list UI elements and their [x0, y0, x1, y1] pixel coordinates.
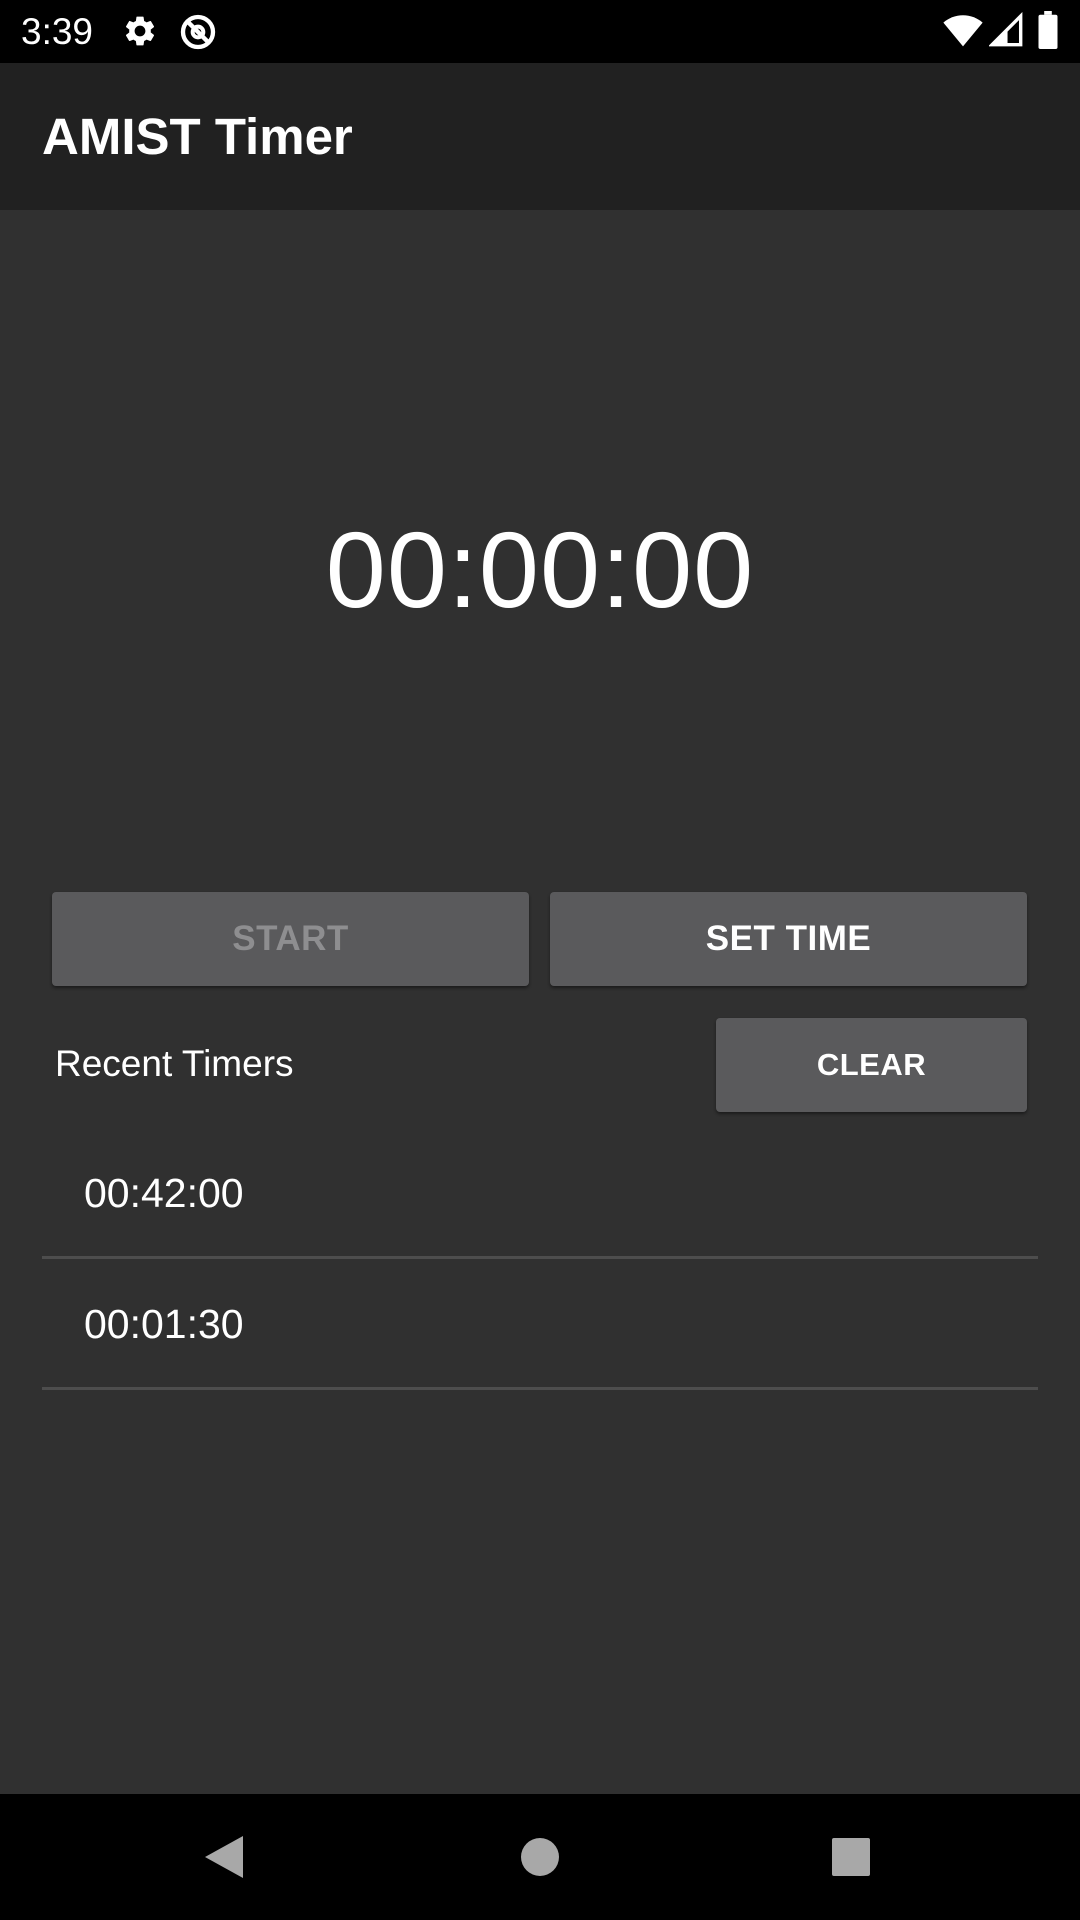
signal-icon [989, 12, 1023, 47]
gear-icon [125, 16, 155, 46]
list-item-time: 00:42:00 [84, 1170, 244, 1216]
recent-timers-label: Recent Timers [55, 1043, 294, 1084]
recents-icon[interactable] [832, 1838, 870, 1876]
recent-timers-list: 00:42:00 00:01:30 [42, 1128, 1038, 1390]
status-bar: 3:39 [0, 0, 1080, 63]
list-item-time: 00:01:30 [84, 1301, 244, 1347]
screen: 3:39 AMIST Timer 00:00:00 START SET TIME… [0, 0, 1080, 1920]
battery-icon [1038, 11, 1058, 49]
app-bar: AMIST Timer [0, 63, 1080, 210]
list-item[interactable]: 00:42:00 [42, 1128, 1038, 1259]
timer-display: 00:00:00 [325, 509, 755, 630]
sync-disabled-icon [180, 14, 216, 50]
wifi-icon [943, 15, 983, 47]
app-title: AMIST Timer [42, 108, 353, 165]
clear-button[interactable]: CLEAR [716, 1018, 1027, 1112]
back-icon[interactable] [203, 1834, 245, 1880]
home-icon[interactable] [519, 1836, 561, 1878]
status-time: 3:39 [21, 11, 94, 52]
set-time-button[interactable]: SET TIME [550, 892, 1027, 986]
start-button[interactable]: START [52, 892, 529, 986]
nav-bar [0, 1794, 1080, 1920]
list-item[interactable]: 00:01:30 [42, 1259, 1038, 1390]
